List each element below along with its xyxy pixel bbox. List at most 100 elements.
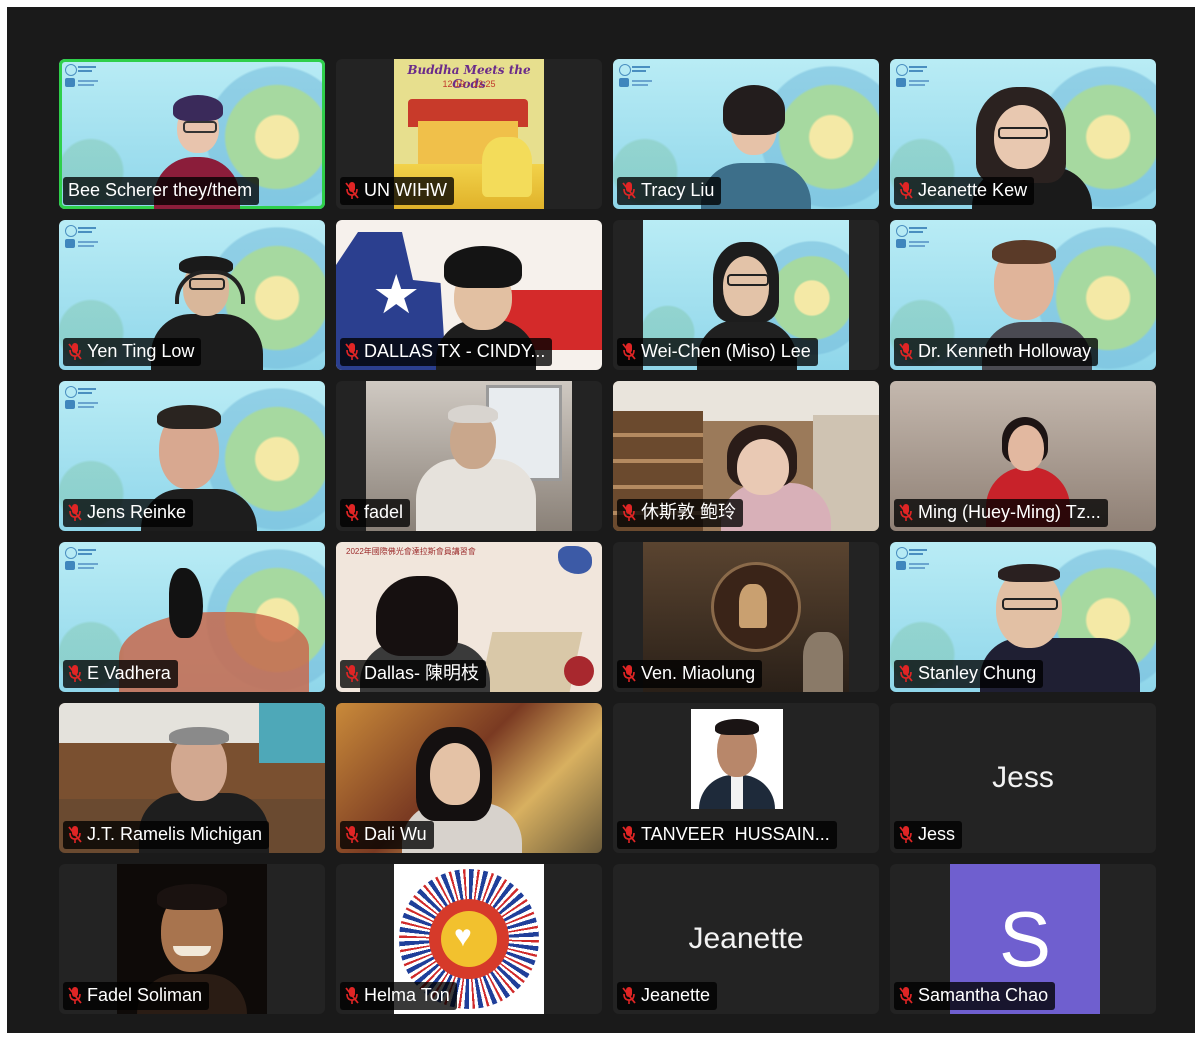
participant-name: Bee Scherer they/them — [68, 180, 253, 200]
muted-mic-icon — [899, 986, 913, 1005]
muted-mic-icon — [68, 986, 82, 1005]
name-label: Jens Reinke — [63, 499, 194, 527]
name-label: Tracy Liu — [617, 177, 722, 205]
video-tile[interactable]: Stanley Chung — [890, 542, 1156, 692]
name-label: Dr. Kenneth Holloway — [894, 338, 1099, 366]
muted-mic-icon — [345, 181, 359, 200]
participant-name: Yen Ting Low — [87, 341, 195, 361]
participant-name: TANVEER HUSSAIN... — [641, 824, 830, 844]
video-tile[interactable]: Fadel Soliman — [59, 864, 325, 1014]
participant-name: UN WIHW — [364, 180, 447, 200]
participant-name: Tracy Liu — [641, 180, 715, 200]
participant-name: Ven. Miaolung — [641, 663, 756, 683]
participant-name: Ming (Huey-Ming) Tz... — [918, 502, 1101, 522]
name-label: UN WIHW — [340, 177, 454, 205]
participant-name: Dr. Kenneth Holloway — [918, 341, 1092, 361]
name-label: Jeanette — [617, 982, 718, 1010]
muted-mic-icon — [899, 503, 913, 522]
muted-mic-icon — [68, 664, 82, 683]
name-label: Bee Scherer they/them — [63, 177, 260, 205]
name-label: Ming (Huey-Ming) Tz... — [894, 499, 1108, 527]
meeting-window: Bee Scherer they/them Buddha Meets the G… — [7, 7, 1195, 1033]
participant-name: Wei-Chen (Miso) Lee — [641, 341, 811, 361]
participant-name: Jeanette — [641, 985, 711, 1005]
video-tile[interactable]: S Samantha Chao — [890, 864, 1156, 1014]
muted-mic-icon — [68, 503, 82, 522]
video-tile[interactable]: fadel — [336, 381, 602, 531]
video-tile[interactable]: 休斯敦 鲍玲 — [613, 381, 879, 531]
poster-dates: 12.19 - 12.25 — [442, 79, 496, 89]
muted-mic-icon — [622, 342, 636, 361]
name-label: DALLAS TX - CINDY... — [340, 338, 553, 366]
muted-mic-icon — [68, 342, 82, 361]
video-tile[interactable]: TANVEER HUSSAIN... — [613, 703, 879, 853]
name-label: fadel — [340, 499, 411, 527]
participant-name: fadel — [364, 502, 404, 522]
video-tile[interactable]: ★ DALLAS TX - CINDY... — [336, 220, 602, 370]
name-label: Helma Ton — [340, 982, 457, 1010]
muted-mic-icon — [899, 181, 913, 200]
muted-mic-icon — [899, 825, 913, 844]
participant-name: Jeanette Kew — [918, 180, 1028, 200]
video-tile[interactable]: Yen Ting Low — [59, 220, 325, 370]
muted-mic-icon — [345, 664, 359, 683]
video-tile[interactable]: Dr. Kenneth Holloway — [890, 220, 1156, 370]
name-label: Fadel Soliman — [63, 982, 210, 1010]
display-name: Jeanette — [688, 922, 804, 955]
video-tile[interactable]: J.T. Ramelis Michigan — [59, 703, 325, 853]
heart-icon: ♥ — [454, 920, 472, 953]
video-tile[interactable]: Dali Wu — [336, 703, 602, 853]
participant-name: Stanley Chung — [918, 663, 1037, 683]
muted-mic-icon — [899, 342, 913, 361]
display-name: Jess — [992, 761, 1054, 794]
name-label: TANVEER HUSSAIN... — [617, 821, 837, 849]
participant-name: 休斯敦 鲍玲 — [641, 502, 737, 522]
muted-mic-icon — [622, 986, 636, 1005]
muted-mic-icon — [345, 503, 359, 522]
profile-photo — [691, 709, 783, 809]
muted-mic-icon — [345, 986, 359, 1005]
name-label: Dali Wu — [340, 821, 434, 849]
name-label: Samantha Chao — [894, 982, 1056, 1010]
muted-mic-icon — [622, 503, 636, 522]
name-label: Dallas- 陳明枝 — [340, 660, 487, 688]
muted-mic-icon — [622, 664, 636, 683]
participant-name: Dali Wu — [364, 824, 427, 844]
participant-name: Jess — [918, 824, 956, 844]
emblem-icon — [564, 656, 594, 686]
name-label: Ven. Miaolung — [617, 660, 763, 688]
muted-mic-icon — [345, 342, 359, 361]
participant-name: Samantha Chao — [918, 985, 1049, 1005]
video-tile[interactable]: Jess Jess — [890, 703, 1156, 853]
name-label: Jess — [894, 821, 963, 849]
video-tile[interactable]: Jens Reinke — [59, 381, 325, 531]
participant-name: Fadel Soliman — [87, 985, 203, 1005]
name-label: E Vadhera — [63, 660, 178, 688]
video-tile[interactable]: 2022年國際佛光會達拉斯會員講習會 Dallas- 陳明枝 — [336, 542, 602, 692]
video-tile[interactable]: Buddha Meets the Gods 12.19 - 12.25 UN W… — [336, 59, 602, 209]
video-tile[interactable]: Jeanette Jeanette — [613, 864, 879, 1014]
participant-name: E Vadhera — [87, 663, 171, 683]
muted-mic-icon — [345, 825, 359, 844]
video-tile[interactable]: Bee Scherer they/them — [59, 59, 325, 209]
muted-mic-icon — [899, 664, 913, 683]
video-tile[interactable]: Ming (Huey-Ming) Tz... — [890, 381, 1156, 531]
video-tile[interactable]: E Vadhera — [59, 542, 325, 692]
name-label: Yen Ting Low — [63, 338, 202, 366]
name-label: Jeanette Kew — [894, 177, 1035, 205]
video-tile[interactable]: Tracy Liu — [613, 59, 879, 209]
video-tile[interactable]: ♥ Helma Ton — [336, 864, 602, 1014]
video-tile[interactable]: Jeanette Kew — [890, 59, 1156, 209]
muted-mic-icon — [622, 825, 636, 844]
muted-mic-icon — [622, 181, 636, 200]
muted-mic-icon — [68, 825, 82, 844]
participant-name: DALLAS TX - CINDY... — [364, 341, 546, 361]
participant-name: Helma Ton — [364, 985, 450, 1005]
video-tile[interactable]: Ven. Miaolung — [613, 542, 879, 692]
participant-name: Jens Reinke — [87, 502, 187, 522]
name-label: J.T. Ramelis Michigan — [63, 821, 270, 849]
participant-name: J.T. Ramelis Michigan — [87, 824, 263, 844]
gallery-grid: Bee Scherer they/them Buddha Meets the G… — [59, 59, 1156, 1014]
video-tile[interactable]: Wei-Chen (Miso) Lee — [613, 220, 879, 370]
name-label: Wei-Chen (Miso) Lee — [617, 338, 818, 366]
